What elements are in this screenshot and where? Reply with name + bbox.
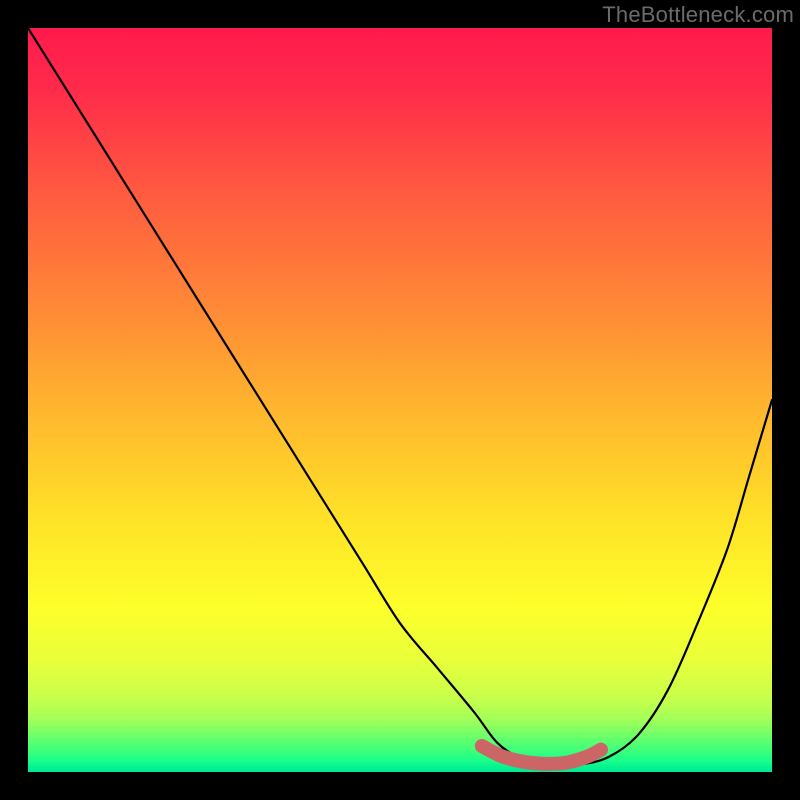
chart-frame: TheBottleneck.com xyxy=(0,0,800,800)
gradient-background xyxy=(28,28,772,772)
plot-area xyxy=(28,28,772,772)
watermark-text: TheBottleneck.com xyxy=(602,2,794,28)
